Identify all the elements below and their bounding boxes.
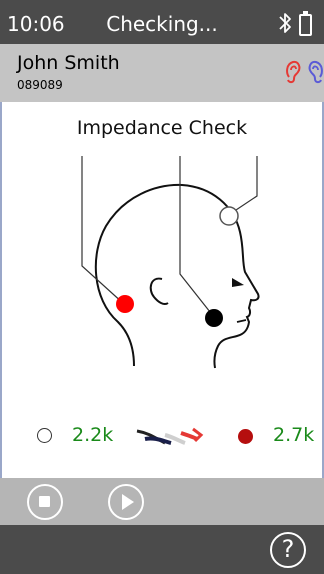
right-impedance-value: 2.7k <box>273 424 315 446</box>
impedance-panel: Impedance Check 2.2k 2.7k <box>0 102 324 478</box>
patient-id: 089089 <box>17 78 63 92</box>
right-ear-icon[interactable] <box>285 59 301 85</box>
battery-icon <box>299 11 312 36</box>
reference-electrode <box>219 206 239 226</box>
electrode-cable-icon <box>136 427 204 445</box>
status-bar: 10:06 Checking... <box>0 0 324 44</box>
head-electrode-diagram <box>81 156 260 369</box>
play-icon <box>122 494 134 510</box>
play-button[interactable] <box>108 484 144 520</box>
reference-marker <box>37 428 52 443</box>
left-ear-icon[interactable] <box>305 59 324 85</box>
active-marker <box>238 429 253 444</box>
ground-electrode <box>205 309 223 327</box>
patient-name: John Smith <box>17 52 120 74</box>
bluetooth-icon <box>279 13 291 33</box>
left-impedance-value: 2.2k <box>72 424 114 446</box>
control-bar <box>0 478 324 525</box>
reference-lead-wire <box>229 156 258 215</box>
help-button[interactable]: ? <box>270 532 306 568</box>
bottom-bar: ? <box>0 525 324 574</box>
impedance-readings: 2.2k 2.7k <box>2 420 322 450</box>
stop-icon <box>39 496 50 507</box>
stop-button[interactable] <box>27 484 63 520</box>
ground-lead-wire <box>179 156 215 318</box>
page-title: Impedance Check <box>76 117 248 139</box>
active-electrode <box>116 295 134 313</box>
patient-bar: John Smith 089089 <box>0 44 324 102</box>
status-title: Checking... <box>106 12 218 36</box>
